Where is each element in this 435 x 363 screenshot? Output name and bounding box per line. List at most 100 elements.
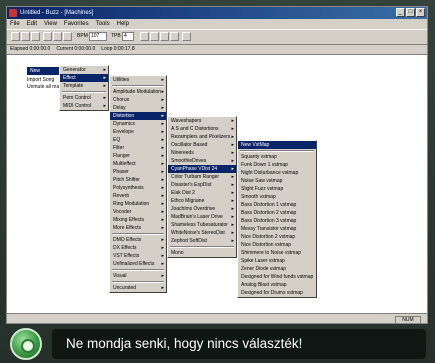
cpu-icon[interactable]	[182, 32, 191, 41]
menu-item[interactable]: Vocoder ▸	[110, 208, 166, 216]
menu-view[interactable]: View	[44, 19, 57, 29]
menu-item[interactable]: Ring Modulation ▸	[110, 200, 166, 208]
menu-item[interactable]: Pem Control ▸	[60, 94, 108, 102]
menu-item[interactable]: Pitch Shifter ▸	[110, 176, 166, 184]
submenu-arrow-icon: ▸	[231, 238, 234, 244]
menu-item[interactable]: VST Effects ▸	[110, 252, 166, 260]
menu-item[interactable]: Ethco Migraine ▸	[168, 197, 236, 205]
menu-item[interactable]: Phaser ▸	[110, 168, 166, 176]
menu-item[interactable]: Flanger ▸	[110, 152, 166, 160]
current-time: Current 0:00:00.0	[56, 46, 96, 52]
menu-item[interactable]: Shameless Tubesaturator ▸	[168, 221, 236, 229]
menu-item[interactable]: Rezamplers and Pixelizers ▸	[168, 133, 236, 141]
menu-item[interactable]: Dynamics ▸	[110, 120, 166, 128]
machine-view[interactable]: New Import Song Unmute all machines Gene…	[7, 55, 427, 313]
menu-item[interactable]: Template ▸	[60, 82, 108, 90]
menu-item[interactable]: CyanPhase VDist 24 ▸	[168, 165, 236, 173]
menu-item[interactable]: Spike Laser vstmap	[238, 257, 316, 265]
submenu-arrow-icon: ▸	[231, 134, 234, 140]
menu-item[interactable]: Noise Saw vstmap	[238, 177, 316, 185]
menu-item[interactable]: Nice Distortion vstmap	[238, 241, 316, 249]
record-icon[interactable]	[150, 32, 159, 41]
pattern-view-icon[interactable]	[53, 32, 62, 41]
menu-item[interactable]: Mixing Effects ▸	[110, 216, 166, 224]
menu-item[interactable]: EQ ▸	[110, 136, 166, 144]
submenu-arrow-icon: ▸	[231, 190, 234, 196]
menu-item[interactable]: Joachims Overdrive ▸	[168, 205, 236, 213]
menu-item[interactable]: Envelope ▸	[110, 128, 166, 136]
menu-item[interactable]: Utilities ▸	[110, 76, 166, 84]
menu-item[interactable]: Bass Distortion 1 vstmap	[238, 201, 316, 209]
tpb-input[interactable]: 4	[122, 32, 134, 41]
title-bar[interactable]: Untitled - Buzz - [Machines] _ □ ×	[7, 7, 427, 19]
menu-item[interactable]: Reverb ▸	[110, 192, 166, 200]
menu-item[interactable]: Mono	[168, 249, 236, 257]
menu-tools[interactable]: Tools	[96, 19, 110, 29]
menu-item[interactable]: Ninereeds ▸	[168, 149, 236, 157]
menu-item[interactable]: Generator ▸	[60, 66, 108, 74]
menu-item[interactable]: Night Disturbance vstmap	[238, 169, 316, 177]
menu-item[interactable]: Unfinalized Effects ▸	[110, 260, 166, 268]
submenu-arrow-icon: ▸	[231, 166, 234, 172]
stop-icon[interactable]	[160, 32, 169, 41]
menu-item[interactable]: Zener Diode vstmap	[238, 265, 316, 273]
menu-item[interactable]: Bass Distortion 3 vstmap	[238, 217, 316, 225]
save-file-icon[interactable]	[31, 32, 40, 41]
new-menu-item[interactable]: New	[27, 67, 59, 75]
menu-item[interactable]: DMO Effects ▸	[110, 236, 166, 244]
bpm-input[interactable]: 107	[89, 32, 107, 41]
menu-item[interactable]: WhiteNoise's StereoDist ▸	[168, 229, 236, 237]
menu-item[interactable]: Zephod SoftDist ▸	[168, 237, 236, 245]
menu-item[interactable]: More Effects ▸	[110, 224, 166, 232]
menu-item[interactable]: Nice Distortion 2 vstmap	[238, 233, 316, 241]
menu-item[interactable]: Smooth vstmap	[238, 193, 316, 201]
play-icon[interactable]	[140, 32, 149, 41]
menu-item[interactable]: Distortion ▸	[110, 112, 166, 120]
menu-item[interactable]: Slight Fuzz vstmap	[238, 185, 316, 193]
menu-item[interactable]: Analog Blast vstmap	[238, 281, 316, 289]
menu-item[interactable]: Delay ▸	[110, 104, 166, 112]
menu-item[interactable]: Visual ▸	[110, 272, 166, 280]
menu-item[interactable]: Shimmere to Noise vstmap	[238, 249, 316, 257]
menu-item[interactable]: Squarity vstmap	[238, 153, 316, 161]
menu-item[interactable]: MadBrain's Laser Drive ▸	[168, 213, 236, 221]
menu-item[interactable]: Multieffect ▸	[110, 160, 166, 168]
loop-icon[interactable]	[170, 32, 179, 41]
menu-item[interactable]: Uncurated ▸	[110, 284, 166, 292]
submenu-arrow-icon: ▸	[161, 261, 164, 267]
menu-item[interactable]: New VstMap	[238, 141, 316, 149]
menu-item[interactable]: Oscillator Based ▸	[168, 141, 236, 149]
menu-item[interactable]: Amplitude Modulation ▸	[110, 88, 166, 96]
menu-item[interactable]: Elak Dist 2 ▸	[168, 189, 236, 197]
menu-item[interactable]: MIDI Control ▸	[60, 102, 108, 110]
close-button[interactable]: ×	[416, 8, 425, 17]
minimize-button[interactable]: _	[396, 8, 405, 17]
menu-item[interactable]: Disaster's EspDist ▸	[168, 181, 236, 189]
menu-item[interactable]: Color Turbam Ranger ▸	[168, 173, 236, 181]
machines-view-icon[interactable]	[43, 32, 52, 41]
sequence-view-icon[interactable]	[63, 32, 72, 41]
menu-item[interactable]: SmoothieDrives ▸	[168, 157, 236, 165]
menu-file[interactable]: File	[10, 19, 20, 29]
menu-edit[interactable]: Edit	[27, 19, 37, 29]
menu-favorites[interactable]: Favorites	[64, 19, 89, 29]
menu-item[interactable]: Designed for Drums vstmap	[238, 289, 316, 297]
menu-item[interactable]: Waveshapers ▸	[168, 117, 236, 125]
menu-item[interactable]: A S and C Distortions ▸	[168, 125, 236, 133]
submenu-arrow-icon: ▸	[161, 217, 164, 223]
menu-item[interactable]: Filter ▸	[110, 144, 166, 152]
submenu-arrow-icon: ▸	[161, 237, 164, 243]
menu-item[interactable]: Funk Down 1 vstmap	[238, 161, 316, 169]
menu-item[interactable]: Designed for Wind funds vstmap	[238, 273, 316, 281]
menu-item[interactable]: DX Effects ▸	[110, 244, 166, 252]
menu-item[interactable]: Polysynthesis ▸	[110, 184, 166, 192]
menu-help[interactable]: Help	[117, 19, 129, 29]
submenu-arrow-icon: ▸	[161, 273, 164, 279]
menu-item[interactable]: Chorus ▸	[110, 96, 166, 104]
new-file-icon[interactable]	[11, 32, 20, 41]
maximize-button[interactable]: □	[406, 8, 415, 17]
menu-item[interactable]: Messy Transistor vstmap	[238, 225, 316, 233]
menu-item[interactable]: Bass Distortion 2 vstmap	[238, 209, 316, 217]
open-file-icon[interactable]	[21, 32, 30, 41]
menu-item[interactable]: Effect ▸	[60, 74, 108, 82]
